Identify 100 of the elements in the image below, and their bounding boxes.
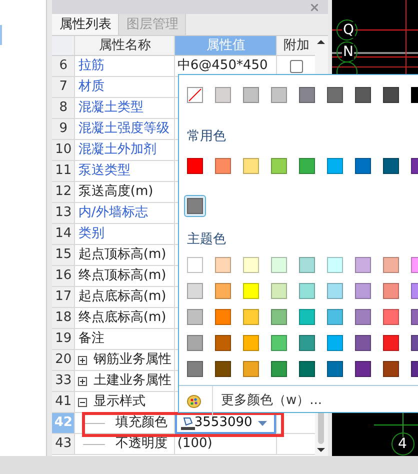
color-swatch[interactable] [299, 283, 315, 299]
color-swatch[interactable] [243, 361, 259, 377]
color-swatch[interactable] [215, 335, 231, 351]
collapse-toggle[interactable] [78, 398, 88, 406]
color-swatch[interactable] [215, 158, 231, 174]
property-link[interactable]: 拉筋 [78, 56, 104, 76]
color-swatch[interactable] [299, 87, 315, 103]
color-swatch[interactable] [355, 257, 371, 273]
property-value: (100) [176, 435, 212, 454]
paint-bucket-icon [180, 416, 196, 430]
color-swatch[interactable] [271, 335, 287, 351]
color-swatch[interactable] [327, 257, 343, 273]
color-swatch[interactable] [215, 87, 231, 103]
color-swatch[interactable] [243, 87, 259, 103]
property-link[interactable]: 类别 [78, 224, 104, 244]
column-header: 属性值 [175, 36, 278, 55]
expand-toggle[interactable] [78, 376, 88, 386]
row-number: 15 [52, 245, 76, 265]
row-number: 43 [52, 434, 76, 454]
color-swatch[interactable] [299, 309, 315, 325]
color-swatch[interactable] [383, 361, 399, 377]
color-swatch[interactable] [215, 257, 231, 273]
color-swatch[interactable] [243, 335, 259, 351]
property-name: 不透明度 [115, 435, 168, 454]
property-link[interactable]: 材质 [78, 77, 104, 97]
color-swatch[interactable] [383, 283, 399, 299]
color-swatch[interactable] [215, 309, 231, 325]
color-value: 3553090 [194, 414, 252, 432]
color-swatch[interactable] [187, 257, 203, 273]
color-swatch[interactable] [327, 361, 343, 377]
color-swatch[interactable] [187, 309, 203, 325]
color-swatch[interactable] [355, 335, 371, 351]
property-link[interactable]: 混凝土外加剂 [78, 140, 156, 160]
color-swatch[interactable] [383, 87, 399, 103]
scroll-up-icon[interactable] [317, 40, 326, 44]
cad-grid-drawing [374, 413, 418, 456]
color-swatch[interactable] [215, 283, 231, 299]
more-colors-option[interactable]: 更多颜色（w）... [221, 391, 322, 411]
color-swatch[interactable] [271, 283, 287, 299]
color-swatch[interactable] [327, 158, 343, 174]
column-header: 属性名称 [75, 36, 176, 55]
no-color-swatch[interactable] [187, 87, 203, 103]
color-swatch[interactable] [243, 158, 259, 174]
color-swatch[interactable] [187, 335, 203, 351]
axis-label: N [342, 44, 354, 60]
row-number: 10 [52, 140, 76, 160]
color-swatch[interactable] [355, 283, 371, 299]
color-swatch[interactable] [299, 257, 315, 273]
color-swatch[interactable] [327, 309, 343, 325]
color-swatch[interactable] [271, 158, 287, 174]
color-swatch[interactable] [355, 158, 371, 174]
color-swatch[interactable] [243, 257, 259, 273]
color-swatch[interactable] [187, 361, 203, 377]
row-number: 11 [52, 161, 76, 181]
row-number: 33 [52, 371, 76, 391]
color-swatch[interactable] [215, 361, 231, 377]
color-swatch[interactable] [271, 257, 287, 273]
property-link[interactable]: 混凝土强度等级 [78, 119, 170, 139]
color-swatch[interactable] [299, 335, 315, 351]
row-number: 19 [52, 329, 76, 349]
color-swatch[interactable] [383, 257, 399, 273]
color-swatch[interactable] [327, 283, 343, 299]
property-name: 起点顶标高(m) [78, 246, 166, 264]
splitter[interactable] [47, 0, 52, 456]
color-swatch[interactable] [271, 87, 287, 103]
property-name: 终点底标高(m) [78, 309, 166, 328]
color-swatch[interactable] [299, 158, 315, 174]
axis-label: Q [342, 22, 356, 38]
column-header: 附加 [277, 36, 316, 55]
color-swatch[interactable] [299, 361, 315, 377]
axis-label: 4 [398, 436, 407, 452]
expand-toggle[interactable] [78, 356, 88, 364]
property-name: 钢筋业务属性 [93, 351, 172, 370]
color-swatch[interactable] [243, 283, 259, 299]
color-swatch[interactable] [383, 335, 399, 351]
color-swatch[interactable] [243, 309, 259, 325]
property-value: 中6@450*450 [176, 57, 268, 76]
color-swatch[interactable] [327, 335, 343, 351]
color-swatch[interactable] [355, 87, 371, 103]
color-swatch[interactable] [383, 309, 399, 325]
color-swatch[interactable] [187, 283, 203, 299]
color-swatch[interactable] [383, 158, 399, 174]
property-link[interactable]: 混凝土类型 [78, 98, 144, 118]
color-swatch[interactable] [187, 158, 203, 174]
property-name: 显示样式 [93, 393, 146, 412]
property-link[interactable]: 内/外墙标志 [78, 203, 148, 223]
row-number: 9 [52, 119, 76, 139]
property-link[interactable]: 泵送类型 [78, 161, 130, 181]
color-swatch[interactable] [271, 309, 287, 325]
color-swatch[interactable] [271, 361, 287, 377]
color-swatch[interactable] [327, 87, 343, 103]
row-number: 12 [52, 182, 76, 202]
extra-checkbox[interactable] [290, 60, 303, 72]
panel-tab[interactable]: 属性列表 [52, 14, 120, 35]
close-icon[interactable] [311, 4, 318, 10]
scroll-down-icon[interactable] [317, 448, 326, 452]
color-swatch[interactable] [355, 361, 371, 377]
dropdown-caret-icon [258, 420, 268, 426]
color-swatch[interactable] [355, 309, 371, 325]
property-name: 填充颜色 [115, 414, 168, 432]
